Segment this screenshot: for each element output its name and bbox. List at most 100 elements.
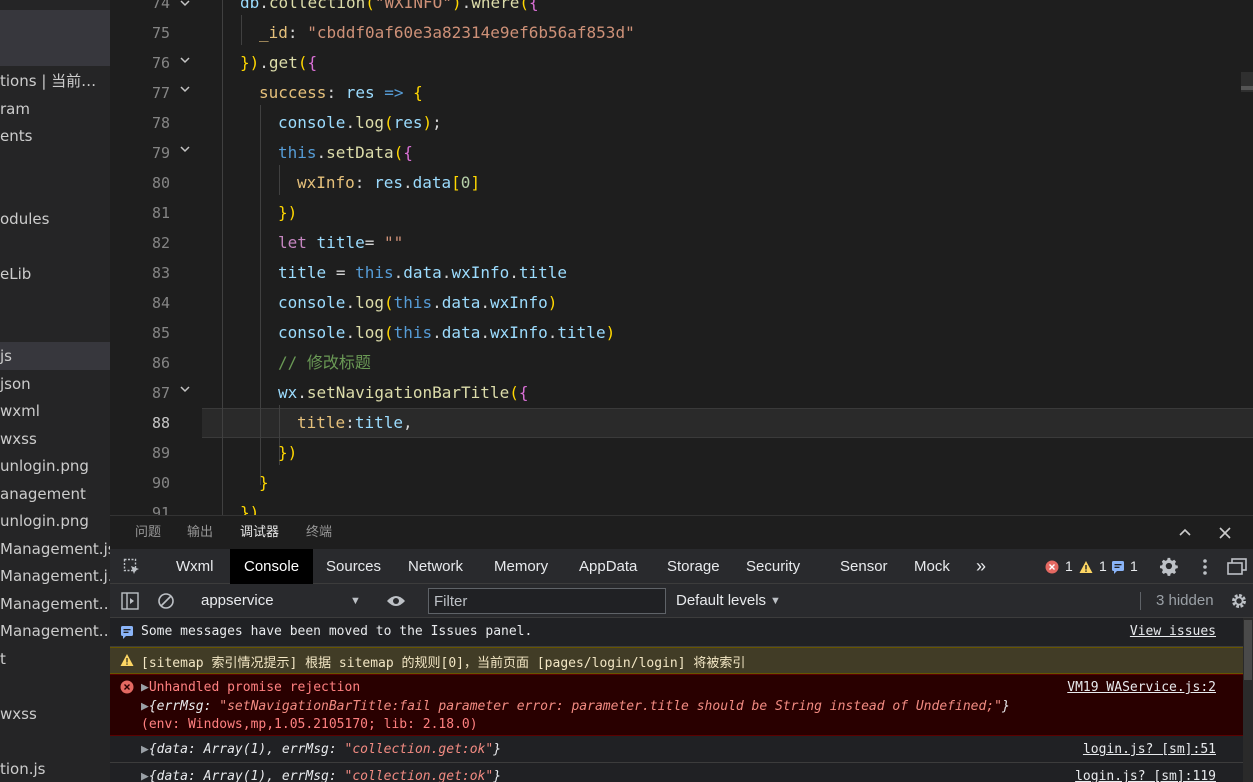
explorer-item[interactable]: tion.js — [0, 755, 110, 782]
hidden-count: 3 hidden — [1156, 592, 1214, 609]
code-line: let title= "" — [278, 233, 404, 252]
expand-triangle-icon[interactable]: ▶ — [141, 699, 149, 714]
line-number: 89 — [151, 444, 170, 462]
console-error-message[interactable]: ▶Unhandled promise rejection VM19 WAServ… — [110, 674, 1243, 736]
tab-problems[interactable]: 问题 — [135, 516, 161, 550]
devtools-tab-storage[interactable]: Storage — [667, 549, 720, 584]
line-number: 90 — [151, 474, 170, 492]
devtools-tab-mock[interactable]: Mock — [914, 549, 950, 584]
fold-chevron-icon[interactable] — [178, 45, 192, 75]
devtools-tab-appdata[interactable]: AppData — [579, 549, 637, 584]
console-settings-gear-icon[interactable] — [1229, 591, 1249, 611]
indent-guide — [222, 0, 223, 515]
error-detail-row[interactable]: ▶{errMsg: "setNavigationBarTitle:fail pa… — [141, 699, 1010, 714]
devtools-tab-memory[interactable]: Memory — [494, 549, 548, 584]
info-count[interactable]: 1 — [1130, 549, 1138, 584]
error-source-link[interactable]: VM19 WAService.js:2 — [1067, 680, 1216, 695]
explorer-item[interactable]: tions | 当前… — [0, 67, 110, 95]
log-row[interactable]: ▶{data: Array(1), errMsg: "collection.ge… — [141, 769, 501, 782]
undock-icon[interactable] — [1227, 557, 1247, 577]
settings-gear-icon[interactable] — [1159, 557, 1179, 577]
devtools-tab-sources[interactable]: Sources — [326, 549, 381, 584]
console-log-message[interactable]: ▶{data: Array(1), errMsg: "collection.ge… — [110, 736, 1243, 763]
line-number-current: 88 — [151, 414, 170, 432]
chevron-up-icon[interactable] — [1176, 524, 1194, 542]
code-line: console.log(this.data.wxInfo) — [278, 293, 558, 312]
dropdown-caret-icon[interactable]: ▼ — [350, 584, 361, 618]
devtools-tab-security[interactable]: Security — [746, 549, 800, 584]
more-vertical-icon[interactable] — [1195, 557, 1215, 577]
explorer-item[interactable]: odules — [0, 205, 110, 233]
divider — [1140, 592, 1141, 610]
code-line: title:title, — [297, 413, 413, 432]
indent-guide — [279, 165, 280, 195]
explorer-item[interactable]: wxss — [0, 700, 110, 728]
log-source-link[interactable]: login.js? [sm]:51 — [1083, 742, 1216, 757]
explorer-item[interactable]: ents — [0, 122, 110, 150]
warning-count-icon[interactable] — [1078, 557, 1094, 577]
console-info-message: Some messages have been moved to the Iss… — [110, 618, 1243, 647]
line-number: 85 — [151, 324, 170, 342]
log-levels-dropdown[interactable]: Default levels — [676, 584, 766, 618]
error-detail-key: {errMsg: — [148, 699, 220, 714]
fold-chevron-icon[interactable] — [178, 74, 192, 104]
explorer-item[interactable]: Management.… — [0, 590, 110, 618]
explorer-item[interactable]: unlogin.png — [0, 452, 110, 480]
fold-chevron-icon[interactable] — [178, 0, 192, 18]
view-issues-link[interactable]: View issues — [1130, 624, 1216, 639]
expand-triangle-icon[interactable]: ▶ — [141, 769, 149, 782]
line-number: 91 — [151, 504, 170, 515]
inspect-element-icon[interactable] — [122, 557, 142, 577]
log-errmsg-value: "collection.get:ok" — [344, 742, 494, 757]
expand-triangle-icon[interactable]: ▶ — [141, 680, 149, 695]
code-line: wx.setNavigationBarTitle({ — [278, 383, 529, 402]
explorer-item[interactable]: Management.… — [0, 617, 110, 645]
log-row[interactable]: ▶{data: Array(1), errMsg: "collection.ge… — [141, 742, 501, 757]
log-source-link[interactable]: login.js? [sm]:119 — [1075, 769, 1216, 782]
error-env: (env: Windows,mp,1.05.2105170; lib: 2.18… — [141, 717, 478, 732]
eye-icon[interactable] — [386, 591, 406, 611]
explorer-item[interactable]: wxml — [0, 397, 110, 425]
clear-console-icon[interactable] — [156, 591, 176, 611]
console-log-message[interactable]: ▶{data: Array(1), errMsg: "collection.ge… — [110, 763, 1243, 782]
fold-chevron-icon[interactable] — [178, 134, 192, 164]
error-count-icon[interactable] — [1044, 557, 1060, 577]
devtools-tab-sensor[interactable]: Sensor — [840, 549, 888, 584]
console-scroll-thumb[interactable] — [1244, 620, 1252, 680]
devtools-tab-console[interactable]: Console — [230, 549, 314, 584]
filter-input[interactable] — [428, 588, 666, 614]
explorer-item[interactable]: unlogin.png — [0, 507, 110, 535]
info-count-icon[interactable] — [1110, 557, 1126, 577]
warning-count[interactable]: 1 — [1099, 549, 1107, 584]
explorer-item[interactable]: eLib — [0, 260, 110, 288]
explorer-item[interactable]: t — [0, 645, 110, 673]
tab-debugger[interactable]: 调试器 — [240, 516, 280, 550]
error-detail-value: "setNavigationBarTitle:fail parameter er… — [219, 699, 1002, 714]
expand-triangle-icon[interactable]: ▶ — [141, 742, 149, 757]
explorer-item-selected[interactable]: js — [0, 342, 110, 370]
error-title-row[interactable]: ▶Unhandled promise rejection — [141, 680, 360, 695]
error-count[interactable]: 1 — [1065, 549, 1073, 584]
code-editor[interactable]: 74 75 76 77 78 79 80 81 82 83 84 85 86 8… — [110, 0, 1253, 515]
explorer-item[interactable]: ram — [0, 95, 110, 123]
tab-terminal[interactable]: 终端 — [306, 516, 332, 550]
line-number: 86 — [151, 354, 170, 372]
fold-chevron-icon[interactable] — [178, 374, 192, 404]
console-output[interactable]: Some messages have been moved to the Iss… — [110, 618, 1243, 782]
explorer-item[interactable]: wxss — [0, 425, 110, 453]
sidebar-toggle-icon[interactable] — [120, 591, 140, 611]
explorer-item[interactable]: json — [0, 370, 110, 398]
explorer-item[interactable]: Management.j… — [0, 562, 110, 590]
explorer-item[interactable]: anagement — [0, 480, 110, 508]
more-tabs-icon[interactable]: » — [976, 549, 986, 584]
tab-output[interactable]: 输出 — [187, 516, 213, 550]
line-number: 81 — [151, 204, 170, 222]
code-line: title = this.data.wxInfo.title — [278, 263, 568, 282]
devtools-tab-wxml[interactable]: Wxml — [176, 549, 214, 584]
context-selector[interactable]: appservice — [201, 584, 274, 618]
warning-text: [sitemap 索引情况提示] 根据 sitemap 的规则[0]，当前页面 … — [141, 656, 746, 671]
devtools-tab-network[interactable]: Network — [408, 549, 463, 584]
levels-caret-icon[interactable]: ▼ — [770, 584, 781, 618]
close-icon[interactable] — [1216, 524, 1234, 542]
explorer-item[interactable]: Management.js — [0, 535, 110, 563]
